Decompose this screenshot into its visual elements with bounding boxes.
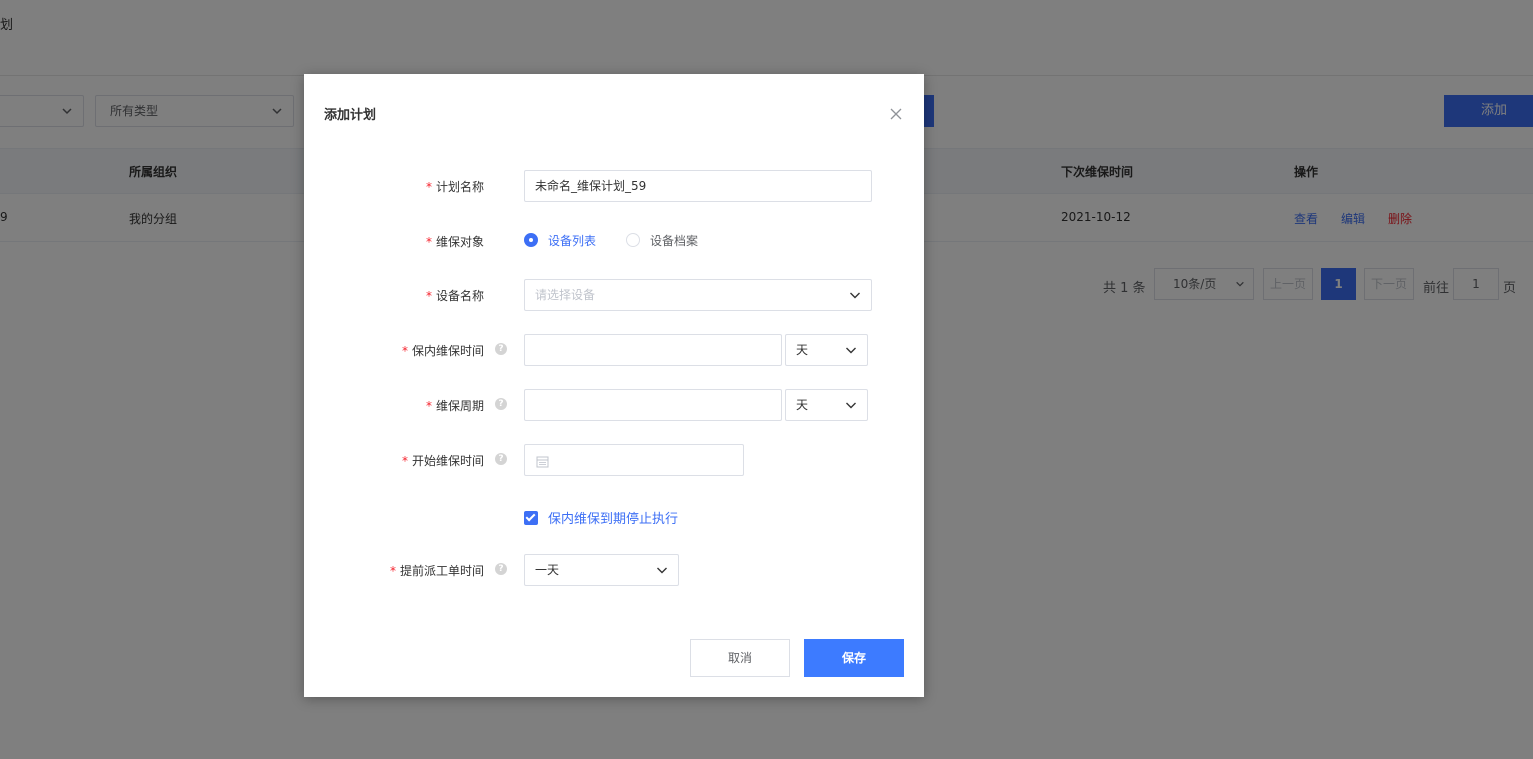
radio-device-list-label: 设备列表 bbox=[548, 233, 597, 248]
help-icon[interactable]: ? bbox=[495, 343, 507, 355]
start-time-label: * 开始维保时间 bbox=[401, 454, 484, 468]
plan-name-label: * 计划名称 bbox=[425, 180, 484, 194]
help-icon[interactable]: ? bbox=[495, 398, 507, 410]
cycle-label: * 维保周期 bbox=[425, 399, 484, 413]
device-name-select[interactable]: 请选择设备 bbox=[524, 279, 872, 311]
chevron-down-icon bbox=[850, 292, 860, 299]
plan-name-input[interactable]: 未命名_维保计划_59 bbox=[524, 170, 872, 202]
cycle-unit-select[interactable]: 天 bbox=[785, 389, 868, 421]
device-name-label: * 设备名称 bbox=[425, 289, 484, 303]
radio-device-list[interactable]: 设备列表 bbox=[524, 232, 596, 248]
cancel-button[interactable]: 取消 bbox=[690, 639, 790, 677]
help-icon[interactable]: ? bbox=[495, 563, 507, 575]
save-button[interactable]: 保存 bbox=[804, 639, 904, 677]
radio-device-archive[interactable]: 设备档案 bbox=[626, 232, 698, 248]
chevron-down-icon bbox=[846, 347, 856, 354]
device-name-placeholder: 请选择设备 bbox=[535, 288, 596, 302]
warranty-time-label: * 保内维保时间 bbox=[401, 344, 484, 358]
warranty-time-input[interactable] bbox=[524, 334, 782, 366]
cycle-unit-value: 天 bbox=[796, 398, 809, 412]
help-icon[interactable]: ? bbox=[495, 453, 507, 465]
stop-after-warranty-checkbox[interactable]: 保内维保到期停止执行 bbox=[524, 508, 678, 527]
cycle-input[interactable] bbox=[524, 389, 782, 421]
radio-dot-icon bbox=[626, 233, 640, 247]
calendar-icon bbox=[536, 456, 549, 468]
advance-time-label: * 提前派工单时间 bbox=[389, 564, 484, 578]
start-time-picker[interactable] bbox=[524, 444, 744, 476]
target-label: * 维保对象 bbox=[425, 235, 484, 249]
radio-device-archive-label: 设备档案 bbox=[650, 233, 699, 248]
warranty-unit-value: 天 bbox=[796, 343, 809, 357]
warranty-unit-select[interactable]: 天 bbox=[785, 334, 868, 366]
advance-time-value: 一天 bbox=[535, 563, 560, 577]
add-plan-dialog: 添加计划 * 计划名称 未命名_维保计划_59 * 维保对象 设备列表 设备档案 *… bbox=[304, 74, 924, 697]
radio-dot-icon bbox=[524, 233, 538, 247]
advance-time-select[interactable]: 一天 bbox=[524, 554, 679, 586]
close-icon[interactable] bbox=[888, 106, 904, 122]
stop-after-warranty-label: 保内维保到期停止执行 bbox=[548, 512, 679, 527]
chevron-down-icon bbox=[657, 567, 667, 574]
checkbox-checked-icon bbox=[524, 510, 538, 525]
dialog-title: 添加计划 bbox=[324, 108, 377, 123]
chevron-down-icon bbox=[846, 402, 856, 409]
